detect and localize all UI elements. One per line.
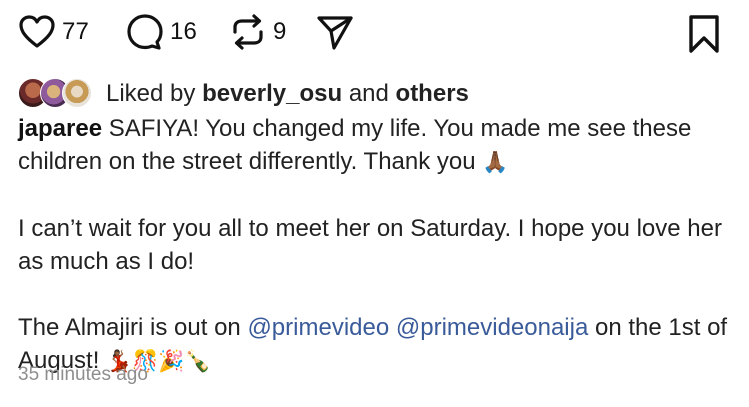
caption-line-1: SAFIYA! You changed my life. You made me… bbox=[18, 115, 692, 175]
praying-hands-emoji: 🙏🏾 bbox=[482, 151, 509, 174]
repost-count: 9 bbox=[273, 18, 287, 45]
send-icon bbox=[317, 16, 353, 50]
liker-avatars[interactable] bbox=[18, 78, 98, 110]
post-timestamp: 35 minutes ago bbox=[18, 364, 148, 385]
bookmark-icon bbox=[689, 15, 719, 53]
caption-paragraph-1: japaree SAFIYA! You changed my life. You… bbox=[18, 112, 738, 179]
comment-button[interactable]: 16 bbox=[125, 10, 197, 54]
like-button[interactable]: 77 bbox=[17, 10, 89, 54]
avatar bbox=[62, 78, 92, 108]
comment-icon bbox=[127, 14, 163, 50]
post-caption: japaree SAFIYA! You changed my life. You… bbox=[18, 112, 738, 378]
mention-primevideonaija[interactable]: @primevideonaija bbox=[396, 314, 588, 341]
mention-primevideo[interactable]: @primevideo bbox=[247, 314, 389, 341]
liked-by-user-link[interactable]: beverly_osu bbox=[202, 80, 342, 107]
save-button[interactable] bbox=[686, 12, 722, 56]
post-action-bar: 77 16 9 bbox=[0, 0, 749, 70]
liked-by-and: and bbox=[348, 80, 389, 107]
share-button[interactable] bbox=[315, 10, 355, 54]
liked-by-row: Liked by beverly_osu and others bbox=[18, 77, 469, 111]
heart-icon bbox=[19, 15, 55, 48]
liked-by-others-link[interactable]: others bbox=[396, 80, 469, 107]
caption-username[interactable]: japaree bbox=[18, 115, 102, 142]
comment-count: 16 bbox=[170, 18, 198, 45]
liked-by-prefix: Liked by bbox=[106, 80, 196, 107]
repost-icon bbox=[233, 14, 263, 50]
caption-para3-start: The Almajiri is out on bbox=[18, 314, 241, 341]
repost-button[interactable]: 9 bbox=[228, 10, 287, 54]
liked-by-text: Liked by beverly_osu and others bbox=[106, 80, 469, 108]
caption-paragraph-2: I can’t wait for you all to meet her on … bbox=[18, 215, 722, 275]
like-count: 77 bbox=[62, 18, 90, 45]
